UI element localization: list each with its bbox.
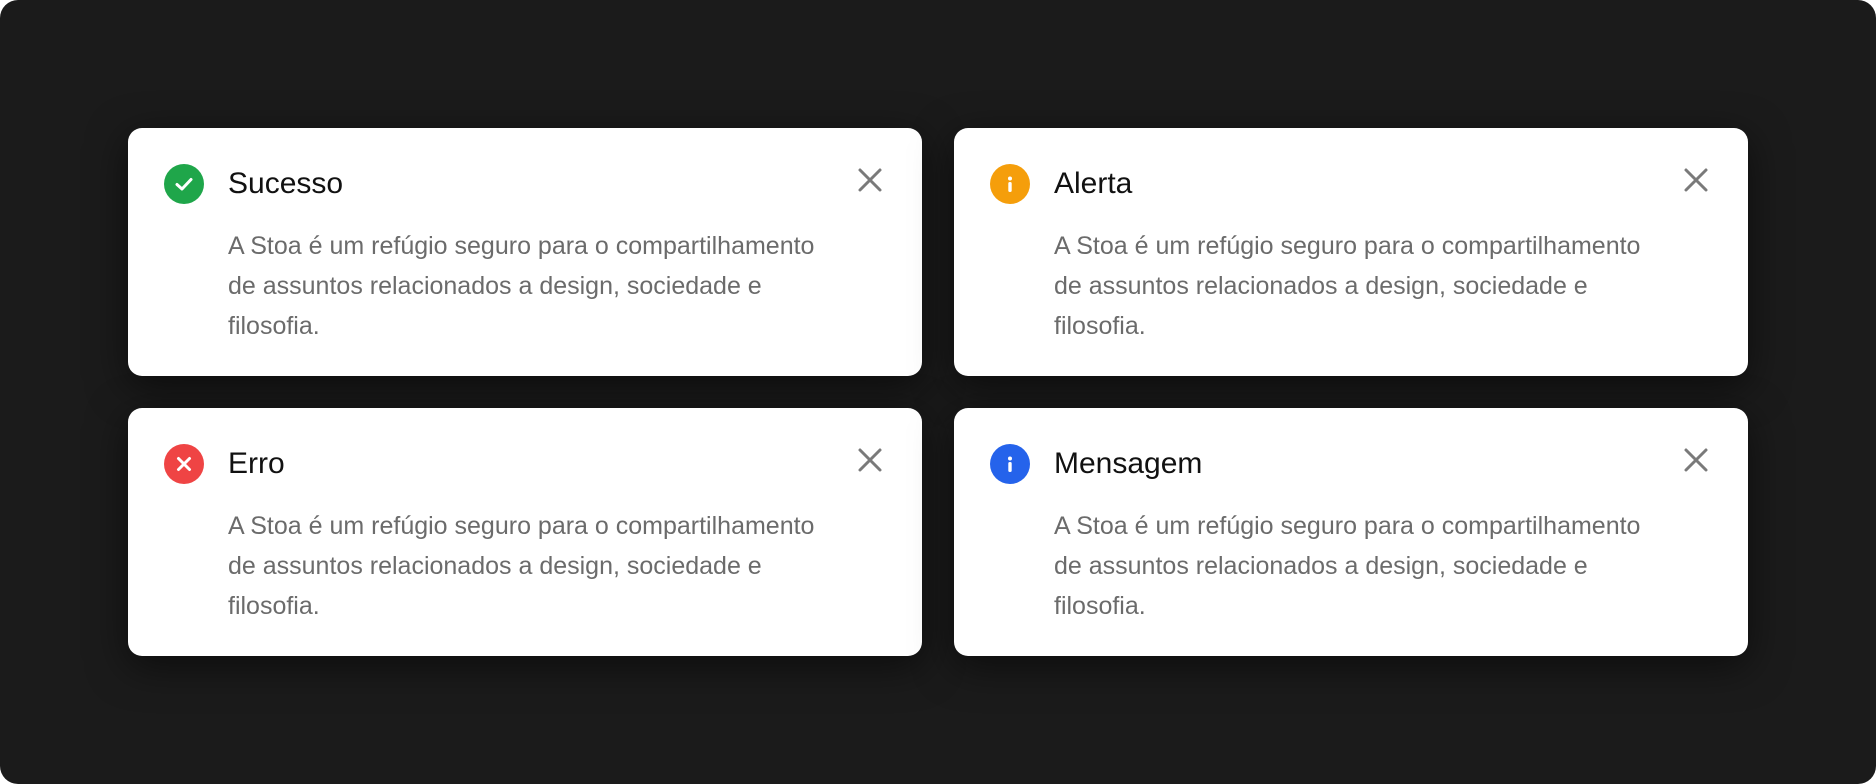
close-button[interactable] — [1682, 166, 1710, 194]
toast-title: Mensagem — [1054, 447, 1203, 480]
toast-info: Mensagem A Stoa é um refúgio seguro para… — [954, 408, 1748, 656]
toast-grid: Sucesso A Stoa é um refúgio seguro para … — [128, 128, 1748, 656]
toast-title: Erro — [228, 447, 285, 480]
error-x-icon — [164, 444, 204, 484]
close-icon — [1684, 168, 1708, 192]
toast-title: Alerta — [1054, 167, 1133, 200]
canvas-background: Sucesso A Stoa é um refúgio seguro para … — [0, 0, 1876, 784]
toast-warning: Alerta A Stoa é um refúgio seguro para o… — [954, 128, 1748, 376]
close-button[interactable] — [856, 446, 884, 474]
info-icon — [990, 444, 1030, 484]
close-button[interactable] — [1682, 446, 1710, 474]
close-icon — [1684, 448, 1708, 472]
toast-success: Sucesso A Stoa é um refúgio seguro para … — [128, 128, 922, 376]
toast-message: A Stoa é um refúgio seguro para o compar… — [1054, 232, 1641, 340]
toast-title: Sucesso — [228, 167, 344, 200]
warning-info-icon — [990, 164, 1030, 204]
close-icon — [858, 168, 882, 192]
toast-error: Erro A Stoa é um refúgio seguro para o c… — [128, 408, 922, 656]
close-icon — [858, 448, 882, 472]
toast-message: A Stoa é um refúgio seguro para o compar… — [228, 232, 815, 340]
toast-message: A Stoa é um refúgio seguro para o compar… — [1054, 512, 1641, 620]
close-button[interactable] — [856, 166, 884, 194]
toast-message: A Stoa é um refúgio seguro para o compar… — [228, 512, 815, 620]
check-circle-icon — [164, 164, 204, 204]
